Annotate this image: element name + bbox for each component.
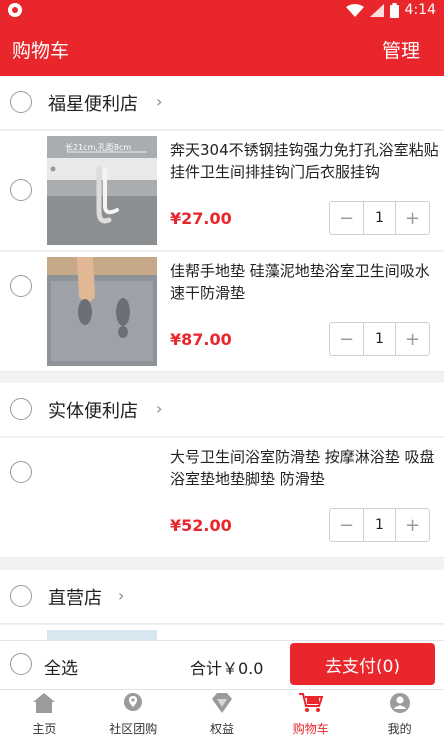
quantity-stepper[interactable]: − 1 + xyxy=(329,201,430,235)
status-time: 4:14 xyxy=(404,2,436,18)
decrease-button[interactable]: − xyxy=(330,323,363,355)
tab-label: 主页 xyxy=(32,722,57,736)
cart-item[interactable]: 长21cm,孔距8cm 奔天304不锈钢挂钩强力免打孔浴室粘贴挂件卫生间排挂钩门… xyxy=(0,131,444,251)
product-price: ¥87.00 xyxy=(170,330,232,349)
signal-icon xyxy=(369,3,384,17)
wifi-icon xyxy=(345,4,364,17)
tab-cart[interactable]: 购物车 xyxy=(266,690,355,739)
shop-select-radio[interactable] xyxy=(10,91,32,113)
select-all-label[interactable]: 全选 xyxy=(44,654,78,679)
quantity-value[interactable]: 1 xyxy=(363,323,396,355)
tab-label: 我的 xyxy=(387,722,412,736)
cart-list[interactable]: 福星便利店 › 长21cm,孔距8cm 奔天304不锈钢挂钩强力免打孔浴室粘贴挂… xyxy=(0,76,444,640)
product-name[interactable]: 奔天304不锈钢挂钩强力免打孔浴室粘贴挂件卫生间排挂钩门后衣服挂钩 xyxy=(170,139,440,183)
cart-item-partial xyxy=(0,625,444,640)
tab-benefits[interactable]: 权益 xyxy=(178,690,267,739)
location-icon xyxy=(122,692,144,718)
home-icon xyxy=(32,692,56,718)
checkout-bar: 全选 合计￥0.0 去支付(0) xyxy=(0,640,444,689)
decrease-button[interactable]: − xyxy=(330,202,363,234)
status-icons: 4:14 xyxy=(345,2,436,18)
decrease-button[interactable]: − xyxy=(330,509,363,541)
shop-name: 实体便利店 xyxy=(48,401,138,422)
chevron-right-icon: › xyxy=(156,92,163,111)
tab-label: 购物车 xyxy=(292,722,329,736)
select-all-radio[interactable] xyxy=(10,653,32,675)
quantity-value[interactable]: 1 xyxy=(363,202,396,234)
increase-button[interactable]: + xyxy=(396,509,429,541)
manage-button[interactable]: 管理 xyxy=(382,36,420,63)
quantity-stepper[interactable]: − 1 + xyxy=(329,508,430,542)
item-select-radio[interactable] xyxy=(10,461,32,483)
product-name[interactable]: 佳帮手地垫 硅藻泥地垫浴室卫生间吸水速干防滑垫 xyxy=(170,260,440,304)
shop-select-radio[interactable] xyxy=(10,585,32,607)
gem-icon xyxy=(210,692,234,718)
increase-button[interactable]: + xyxy=(396,323,429,355)
page-title: 购物车 xyxy=(12,40,70,62)
total-amount: 合计￥0.0 xyxy=(190,659,264,678)
tab-profile[interactable]: 我的 xyxy=(355,690,444,739)
chevron-right-icon: › xyxy=(118,586,125,605)
tab-label: 社区团购 xyxy=(109,722,158,736)
tab-label: 权益 xyxy=(209,722,234,736)
cart-item[interactable]: 大号卫生间浴室防滑垫 按摩淋浴垫 吸盘浴室垫地垫脚垫 防滑垫 ¥52.00 − … xyxy=(0,438,444,558)
notification-icon xyxy=(8,3,22,17)
tab-home[interactable]: 主页 xyxy=(0,690,89,739)
product-price: ¥52.00 xyxy=(170,516,232,535)
bottom-tab-bar: 主页 社区团购 权益 购物车 我的 xyxy=(0,689,444,739)
tab-community[interactable]: 社区团购 xyxy=(89,690,178,739)
product-image-blank[interactable] xyxy=(47,443,157,552)
product-image-caption: 长21cm,孔距8cm xyxy=(65,143,132,152)
product-price: ¥27.00 xyxy=(170,209,232,228)
shop-header[interactable]: 实体便利店 › xyxy=(0,383,444,437)
nav-bar: 购物车 管理 xyxy=(0,22,444,76)
product-image-hooks[interactable]: 长21cm,孔距8cm xyxy=(47,136,157,245)
cart-item[interactable]: 佳帮手地垫 硅藻泥地垫浴室卫生间吸水速干防滑垫 ¥87.00 − 1 + xyxy=(0,252,444,372)
user-icon xyxy=(389,692,411,718)
shop-header[interactable]: 福星便利店 › xyxy=(0,76,444,130)
product-name[interactable]: 大号卫生间浴室防滑垫 按摩淋浴垫 吸盘浴室垫地垫脚垫 防滑垫 xyxy=(170,446,440,490)
increase-button[interactable]: + xyxy=(396,202,429,234)
chevron-right-icon: › xyxy=(156,399,163,418)
item-select-radio[interactable] xyxy=(10,275,32,297)
product-image-mat[interactable] xyxy=(47,257,157,366)
battery-icon xyxy=(389,2,399,18)
status-bar: 4:14 xyxy=(0,0,444,22)
product-image-partial xyxy=(47,630,157,640)
shop-name: 直营店 xyxy=(48,588,102,609)
quantity-value[interactable]: 1 xyxy=(363,509,396,541)
shop-select-radio[interactable] xyxy=(10,398,32,420)
pay-button[interactable]: 去支付(0) xyxy=(290,643,435,685)
cart-icon xyxy=(298,692,324,718)
item-select-radio[interactable] xyxy=(10,179,32,201)
quantity-stepper[interactable]: − 1 + xyxy=(329,322,430,356)
shop-name: 福星便利店 xyxy=(48,94,138,115)
shop-header[interactable]: 直营店 › xyxy=(0,570,444,624)
